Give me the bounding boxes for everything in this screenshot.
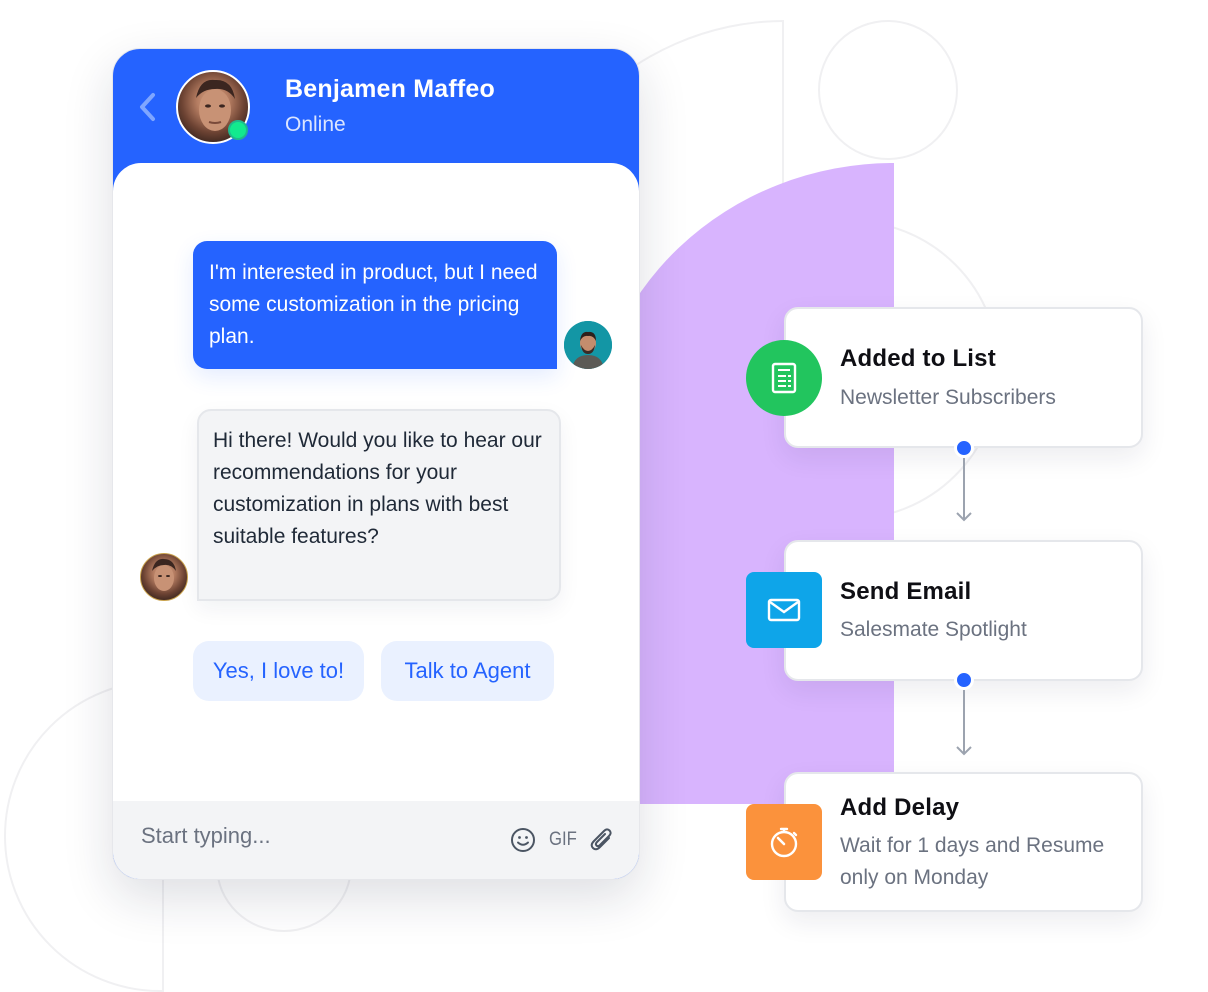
envelope-icon [767, 598, 801, 622]
quick-reply-yes[interactable]: Yes, I love to! [193, 641, 364, 701]
decor-circle-top [818, 20, 958, 160]
email-step-icon-badge [746, 572, 822, 648]
stopwatch-icon [770, 827, 798, 858]
gif-button[interactable]: GIF [549, 829, 577, 851]
chat-body: I'm interested in product, but I need so… [113, 163, 639, 879]
chat-header: Benjamen Maffeo Online [113, 49, 639, 179]
emoji-button[interactable] [510, 827, 536, 853]
list-document-icon [771, 362, 797, 394]
quick-reply-talk-to-agent[interactable]: Talk to Agent [381, 641, 554, 701]
connector-dot [954, 438, 974, 458]
contact-status: Online [285, 113, 346, 136]
back-button[interactable] [135, 89, 161, 125]
workflow-step-send-email[interactable]: Send Email Salesmate Spotlight [784, 540, 1143, 681]
message-incoming: Hi there! Would you like to hear our rec… [197, 409, 561, 601]
attach-button[interactable] [589, 826, 615, 854]
user-avatar [564, 321, 612, 369]
step-title: Send Email [840, 578, 972, 605]
chevron-left-icon [140, 93, 155, 121]
connector-line [963, 690, 965, 754]
step-subtitle: Salesmate Spotlight [840, 618, 1027, 641]
connector-line [963, 458, 965, 520]
arrow-down-icon [956, 512, 972, 522]
workflow-step-added-to-list[interactable]: Added to List Newsletter Subscribers [784, 307, 1143, 448]
workflow-step-add-delay[interactable]: Add Delay Wait for 1 days and Resume onl… [784, 772, 1143, 912]
step-subtitle: Newsletter Subscribers [840, 386, 1056, 409]
face-avatar-icon [564, 321, 612, 369]
emoji-icon [511, 828, 535, 852]
message-outgoing: I'm interested in product, but I need so… [193, 241, 557, 369]
arrow-down-icon [956, 746, 972, 756]
delay-step-icon-badge [746, 804, 822, 880]
contact-name: Benjamen Maffeo [285, 75, 495, 103]
step-title: Add Delay [840, 794, 960, 821]
online-status-dot [228, 120, 248, 140]
agent-avatar [140, 553, 188, 601]
message-composer: Start typing... GIF [113, 801, 639, 879]
connector-dot [954, 670, 974, 690]
paperclip-icon [590, 828, 612, 851]
step-title: Added to List [840, 345, 996, 372]
message-input[interactable]: Start typing... [141, 823, 271, 849]
chat-widget: Benjamen Maffeo Online I'm interested in… [112, 48, 640, 880]
face-avatar-icon [152, 558, 176, 591]
step-subtitle: Wait for 1 days and Resume only on Monda… [840, 834, 1105, 889]
list-step-icon-badge [746, 340, 822, 416]
